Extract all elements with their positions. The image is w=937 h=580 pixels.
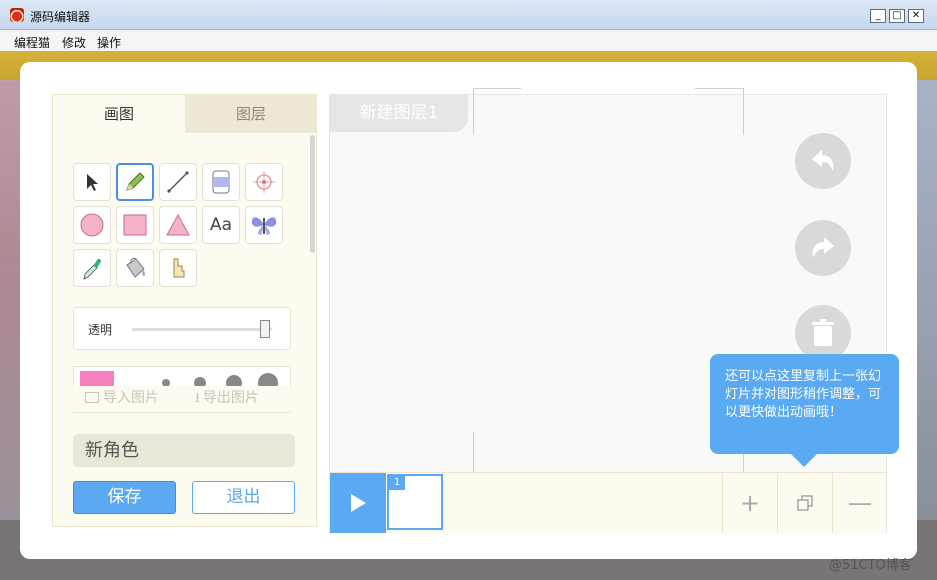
workspace-background-left (0, 80, 22, 520)
layer-name-tab[interactable]: 新建图层1 (330, 95, 468, 132)
menu-item-edit[interactable]: 修改 (62, 34, 86, 51)
tool-circle[interactable] (73, 206, 111, 244)
menu-item-codemao[interactable]: 编程猫 (14, 34, 50, 51)
close-button[interactable]: ✕ (908, 9, 924, 23)
triangle-icon (166, 213, 190, 236)
frame-number: 1 (389, 476, 405, 490)
opacity-slider-knob[interactable] (260, 320, 270, 338)
watermark: @51CTO博客 (829, 558, 912, 573)
tab-layers[interactable]: 图层 (185, 95, 317, 133)
add-frame-button[interactable]: + (722, 473, 777, 533)
tool-select[interactable] (73, 163, 111, 201)
canvas-guide (473, 88, 474, 135)
frame-timeline: 1 + — (330, 472, 886, 533)
minimize-button[interactable]: _ (870, 9, 886, 23)
opacity-slider-track[interactable] (132, 328, 272, 331)
menu-item-operate[interactable]: 操作 (97, 34, 121, 51)
undo-button[interactable] (795, 133, 851, 189)
current-color-swatch[interactable] (80, 371, 114, 386)
canvas-guide (743, 88, 744, 135)
tool-line[interactable] (159, 163, 197, 201)
tool-eyedropper[interactable] (73, 249, 111, 287)
canvas-guide (473, 88, 521, 89)
download-icon: ⭳ (195, 390, 200, 406)
canvas-guide (695, 88, 743, 89)
tool-center[interactable] (245, 163, 283, 201)
paint-bucket-icon (126, 257, 146, 278)
tab-draw[interactable]: 画图 (53, 95, 185, 133)
character-name-field[interactable]: 新角色 (73, 434, 295, 467)
tool-reshape[interactable] (159, 249, 197, 287)
step-shape-icon (173, 258, 185, 278)
line-icon (167, 171, 189, 193)
color-picker-row (73, 366, 291, 386)
circle-icon (80, 213, 104, 237)
frame-thumbnail[interactable]: 1 (387, 474, 443, 530)
tool-rectangle[interactable] (116, 206, 154, 244)
menu-bar: 编程猫 修改 操作 (0, 31, 937, 51)
crosshair-icon (253, 171, 275, 193)
drawing-canvas[interactable]: 新建图层1 1 + — (329, 88, 887, 533)
brush-size-1[interactable] (162, 379, 170, 386)
opacity-label: 透明 (88, 323, 113, 337)
image-io-row: 导入图片 ⭳ 导出图片 (73, 386, 291, 413)
title-bar: 源码编辑器 _ □ ✕ (0, 0, 937, 30)
tool-stamp[interactable] (245, 206, 283, 244)
select-arrow-icon (87, 174, 98, 191)
save-button[interactable]: 保存 (73, 481, 176, 514)
rectangle-icon (123, 214, 147, 236)
window-title: 源码编辑器 (30, 10, 91, 24)
tool-fill[interactable] (116, 249, 154, 287)
remove-frame-button[interactable]: — (832, 473, 887, 533)
app-logo-icon (10, 8, 24, 22)
tool-text[interactable]: Aa (202, 206, 240, 244)
redo-icon (812, 237, 834, 258)
maximize-button[interactable]: □ (889, 9, 905, 23)
tool-panel: 画图 图层 Aa 透明 导入图片 ⭳ 导出图片 新角色 保存 退出 (52, 94, 317, 527)
redo-button[interactable] (795, 220, 851, 276)
tool-triangle[interactable] (159, 206, 197, 244)
minus-icon: — (848, 489, 872, 517)
workspace-background-right (915, 80, 937, 520)
copy-icon (797, 495, 813, 511)
butterfly-icon (251, 217, 277, 235)
plus-icon: + (739, 489, 761, 517)
brush-size-3[interactable] (226, 375, 242, 386)
play-icon (351, 494, 366, 512)
tool-eraser[interactable] (202, 163, 240, 201)
opacity-control: 透明 (73, 307, 291, 350)
eyedropper-icon (83, 258, 102, 280)
play-button[interactable] (330, 473, 386, 533)
trash-icon (812, 319, 834, 346)
eraser-icon (212, 170, 230, 194)
export-image-button[interactable]: ⭳ 导出图片 (195, 387, 259, 411)
duplicate-frame-tooltip: 还可以点这里复制上一张幻灯片并对图形稍作调整，可以更快做出动画哦！ (710, 354, 899, 454)
pencil-icon (126, 172, 145, 191)
tool-pencil[interactable] (116, 163, 154, 201)
brush-size-4[interactable] (258, 373, 278, 386)
image-icon (85, 392, 99, 403)
duplicate-frame-button[interactable] (777, 473, 832, 533)
text-tool-icon: Aa (209, 215, 233, 235)
tooltip-arrow (791, 454, 817, 467)
brush-size-2[interactable] (194, 377, 206, 386)
import-image-button[interactable]: 导入图片 (85, 387, 159, 407)
panel-scrollbar[interactable] (310, 135, 315, 253)
delete-button[interactable] (795, 305, 851, 361)
undo-icon (812, 150, 834, 171)
canvas-guide (473, 432, 474, 472)
exit-button[interactable]: 退出 (192, 481, 295, 514)
